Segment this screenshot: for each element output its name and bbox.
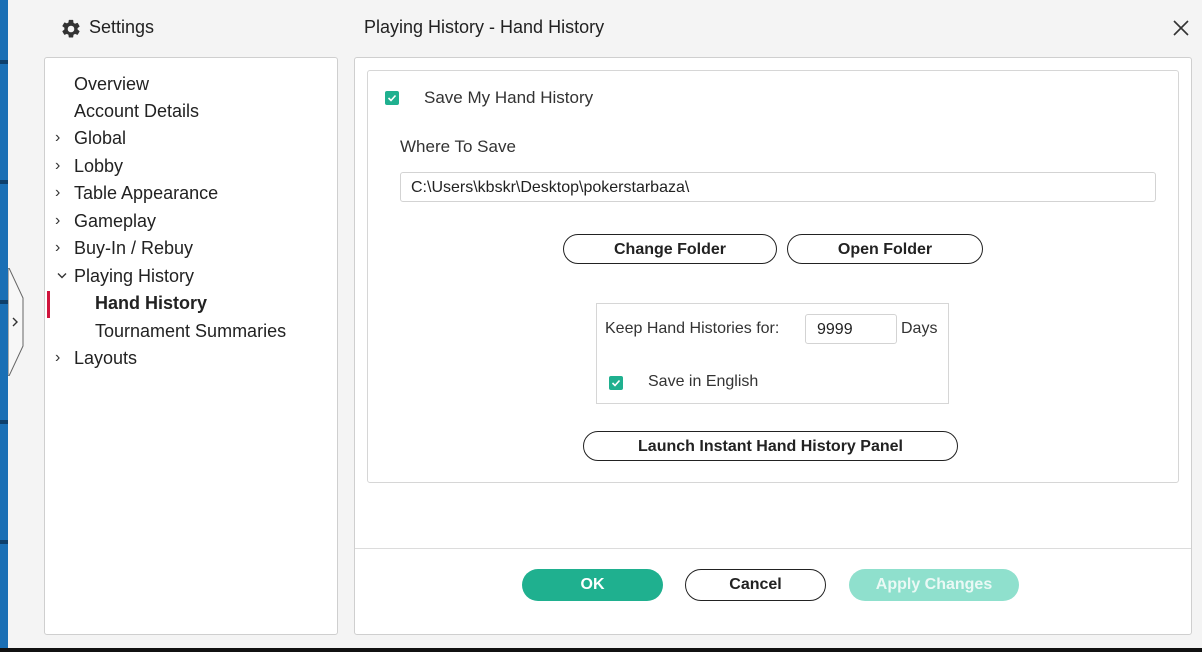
where-to-save-label: Where To Save: [400, 137, 516, 156]
selection-indicator: [47, 291, 50, 318]
sidebar-item-table-appearance[interactable]: › Table Appearance: [45, 181, 337, 207]
change-folder-button[interactable]: Change Folder: [563, 234, 777, 264]
sidebar-item-label: Buy-In / Rebuy: [74, 238, 194, 258]
retention-settings: Keep Hand Histories for: 9999 Days Save …: [596, 303, 949, 404]
sidebar-item-label: Overview: [74, 74, 150, 94]
sidebar-item-label: Tournament Summaries: [95, 321, 287, 341]
sidebar-item-label: Playing History: [74, 266, 195, 286]
save-path-field[interactable]: C:\Users\kbskr\Desktop\pokerstarbaza\: [400, 172, 1156, 202]
sidebar-item-global[interactable]: › Global: [45, 126, 337, 152]
bottom-edge: [0, 648, 1202, 652]
checkmark-icon: [387, 94, 397, 102]
keep-days-field[interactable]: 9999: [805, 314, 897, 344]
chevron-right-icon: ›: [55, 129, 61, 146]
sidebar-item-hand-history[interactable]: Hand History: [45, 291, 337, 318]
ok-button[interactable]: OK: [522, 569, 663, 601]
collapse-panel-tab[interactable]: [8, 268, 24, 376]
save-in-english-label: Save in English: [648, 373, 759, 390]
sidebar-item-label: Global: [74, 128, 127, 148]
keep-histories-label: Keep Hand Histories for:: [605, 320, 780, 337]
sidebar-item-label: Gameplay: [74, 211, 157, 231]
sidebar-item-label: Table Appearance: [74, 183, 219, 203]
open-folder-button[interactable]: Open Folder: [787, 234, 983, 264]
settings-content-panel: Save My Hand History Where To Save C:\Us…: [354, 57, 1192, 635]
hand-history-options: Save My Hand History Where To Save C:\Us…: [367, 70, 1179, 483]
sidebar-item-overview[interactable]: Overview: [45, 72, 337, 98]
sidebar-item-label: Layouts: [74, 348, 138, 368]
gear-icon: [62, 19, 80, 38]
sidebar-item-label: Lobby: [74, 156, 124, 176]
settings-window: Settings Playing History - Hand History …: [8, 0, 1202, 648]
sidebar-item-gameplay[interactable]: › Gameplay: [45, 209, 337, 235]
chevron-right-icon: ›: [55, 239, 61, 256]
title-bar: Settings Playing History - Hand History: [8, 0, 1202, 56]
save-hand-history-checkbox[interactable]: [385, 91, 399, 105]
sidebar-item-layouts[interactable]: › Layouts: [45, 346, 337, 372]
apply-changes-button[interactable]: Apply Changes: [849, 569, 1019, 601]
sidebar-item-label: Account Details: [74, 101, 200, 121]
chevron-right-icon: ›: [55, 157, 61, 174]
desktop-edge: [0, 0, 8, 652]
chevron-right-icon: ›: [55, 184, 61, 201]
sidebar-item-buy-in-rebuy[interactable]: › Buy-In / Rebuy: [45, 236, 337, 262]
page-title: Playing History - Hand History: [364, 17, 605, 37]
chevron-right-icon: ›: [55, 212, 61, 229]
save-hand-history-label: Save My Hand History: [424, 88, 594, 107]
sidebar-item-playing-history[interactable]: Playing History: [45, 264, 337, 290]
launch-hand-history-panel-button[interactable]: Launch Instant Hand History Panel: [583, 431, 958, 461]
days-label: Days: [901, 320, 938, 337]
settings-title: Settings: [89, 17, 155, 37]
sidebar-item-tournament-summaries[interactable]: Tournament Summaries: [45, 319, 337, 345]
settings-sidebar: Overview Account Details › Global › Lobb…: [44, 57, 338, 635]
sidebar-item-account-details[interactable]: Account Details: [45, 99, 337, 125]
chevron-right-icon: ›: [55, 349, 61, 366]
close-icon: [1173, 20, 1189, 36]
cancel-button[interactable]: Cancel: [685, 569, 826, 601]
close-button[interactable]: [1168, 14, 1194, 42]
save-in-english-checkbox[interactable]: [609, 376, 623, 390]
sidebar-item-lobby[interactable]: › Lobby: [45, 154, 337, 180]
checkmark-icon: [611, 379, 621, 387]
chevron-down-icon: [57, 273, 67, 279]
sidebar-item-label: Hand History: [95, 293, 208, 313]
footer-divider: [355, 548, 1191, 549]
